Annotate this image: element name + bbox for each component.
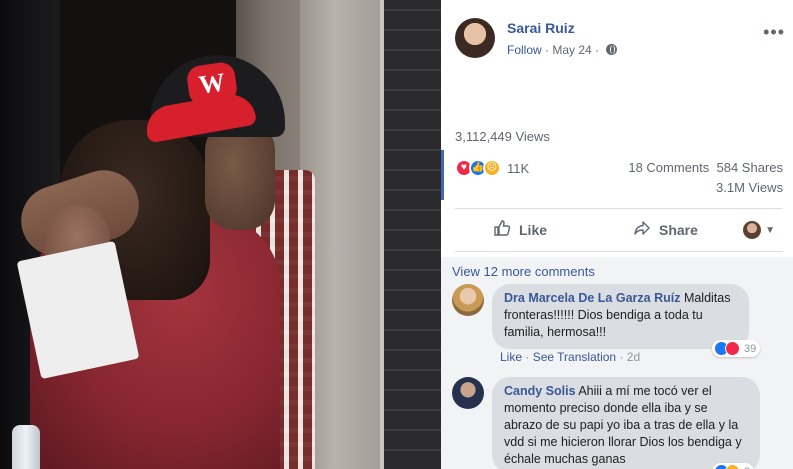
comments-shares: 18 Comments 584 Shares [628, 160, 783, 175]
comment-item: Candy Solis Ahiii a mí me tocó ver el mo… [452, 377, 782, 469]
commenter-avatar[interactable] [452, 377, 484, 409]
accent-bar [441, 150, 444, 200]
more-options-button[interactable]: ••• [763, 22, 785, 43]
love-reaction-icon [725, 341, 740, 356]
views-short: 3.1M Views [716, 180, 783, 195]
video-rail [384, 0, 441, 469]
commenter-name[interactable]: Candy Solis [504, 384, 576, 398]
comment-reactions[interactable]: 39 [712, 340, 761, 357]
divider-bottom [455, 251, 783, 252]
haha-reaction-icon [725, 464, 740, 469]
video-bottle [12, 425, 40, 469]
comment-bubble: Dra Marcela De La Garza Ruíz Malditas fr… [492, 284, 749, 349]
shares-count[interactable]: 584 Shares [717, 160, 784, 175]
follow-link[interactable]: Follow [507, 43, 542, 57]
like-button[interactable]: Like [493, 216, 547, 244]
commenter-avatar[interactable] [452, 284, 484, 316]
post-as-selector[interactable]: ▼ [743, 216, 775, 244]
author-name[interactable]: Sarai Ruiz [507, 20, 575, 36]
comments-section: View 12 more comments Dra Marcela De La … [441, 257, 793, 469]
divider-top [455, 208, 783, 209]
comment-reactions[interactable]: 2 [712, 463, 755, 469]
comments-count[interactable]: 18 Comments [628, 160, 709, 175]
comment-actions: Like · See Translation · 2d [500, 350, 641, 364]
globe-icon [606, 44, 618, 55]
see-translation-link[interactable]: See Translation [533, 350, 616, 364]
viewer-avatar [743, 221, 762, 239]
action-bar: Like Share ▼ [455, 216, 783, 244]
post-header: Sarai Ruiz Follow · May 24 · ••• [455, 16, 785, 62]
commenter-name[interactable]: Dra Marcela De La Garza Ruíz [504, 291, 680, 305]
video-cap-logo: W [185, 60, 239, 108]
author-avatar[interactable] [455, 18, 495, 58]
comment-reaction-count: 39 [744, 342, 757, 355]
views-count: 3,112,449 Views [455, 129, 550, 144]
share-label: Share [659, 222, 698, 238]
post-date[interactable]: May 24 [552, 43, 591, 57]
like-label: Like [519, 222, 548, 238]
post-panel: Sarai Ruiz Follow · May 24 · ••• 3,112,4… [441, 0, 793, 469]
view-more-comments-link[interactable]: View 12 more comments [452, 264, 595, 279]
reactions-count: 11K [507, 161, 530, 176]
comment-like-link[interactable]: Like [500, 350, 522, 364]
share-arrow-icon [633, 219, 651, 242]
comment-item: Dra Marcela De La Garza Ruíz Malditas fr… [452, 284, 782, 368]
meta-separator: · [545, 43, 550, 57]
comment-bubble: Candy Solis Ahiii a mí me tocó ver el mo… [492, 377, 760, 469]
post-meta: Follow · May 24 · [507, 43, 618, 57]
comment-reaction-count: 2 [744, 466, 750, 469]
chevron-down-icon: ▼ [765, 224, 775, 236]
meta-separator-2: · [595, 43, 600, 57]
sad-reaction-icon: ☹ [483, 159, 501, 177]
thumbs-up-icon [493, 219, 511, 242]
share-button[interactable]: Share [633, 216, 698, 244]
video-player[interactable]: W [0, 0, 441, 469]
comment-time[interactable]: 2d [627, 350, 640, 364]
